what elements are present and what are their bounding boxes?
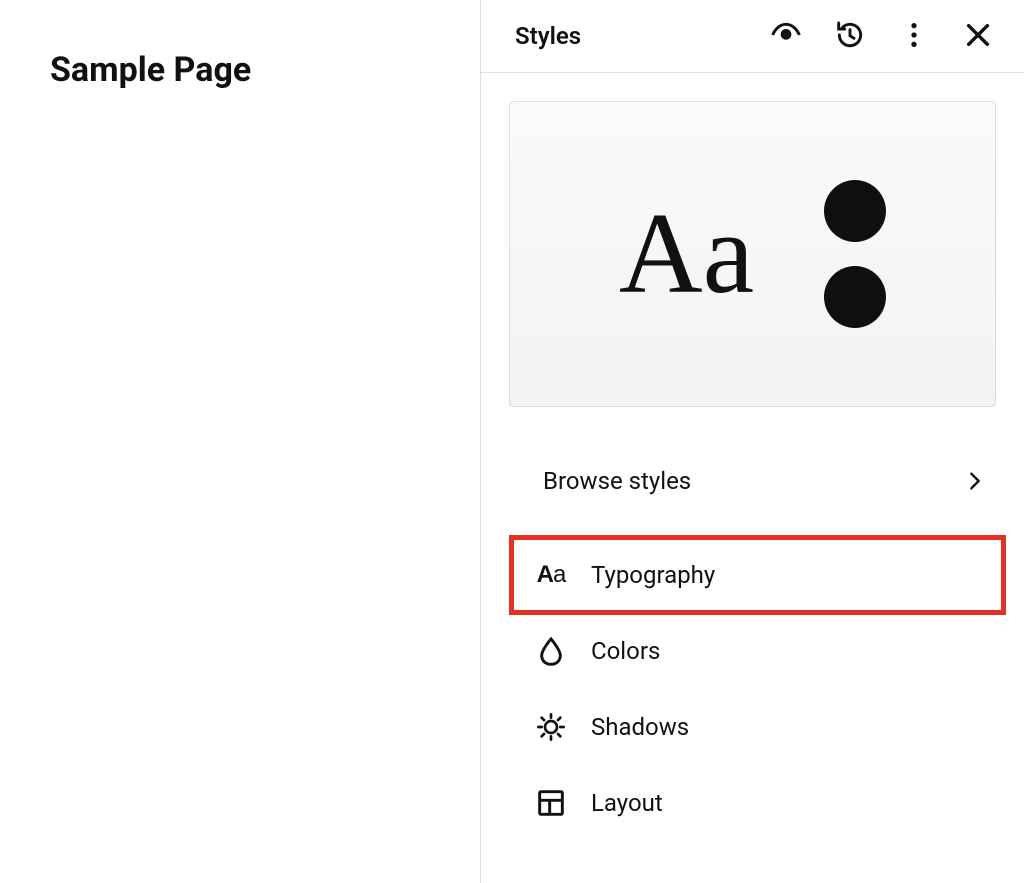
style-item-label: Colors [591,637,660,665]
preview-color-swatches [824,180,886,328]
sidebar-title: Styles [515,22,768,50]
browse-styles-row[interactable]: Browse styles [481,453,1024,509]
close-icon [962,19,994,54]
sidebar-header: Styles [481,0,1024,73]
color-swatch [824,180,886,242]
color-swatch [824,266,886,328]
shadows-icon [533,709,569,745]
preview-typography-sample: Aa [619,196,754,312]
sidebar-body: Aa Browse styles Aa Typography [481,73,1024,841]
page-title[interactable]: Sample Page [50,50,430,90]
style-item-shadows[interactable]: Shadows [511,689,1004,765]
style-preview-card[interactable]: Aa [509,101,996,407]
dots-vertical-icon [898,19,930,54]
style-book-button[interactable] [768,18,804,54]
eye-icon [770,19,802,54]
color-drop-icon [533,633,569,669]
browse-styles-label: Browse styles [543,467,964,495]
style-category-list: Aa Typography Colors [481,537,1024,841]
layout-icon [533,785,569,821]
header-actions [768,18,996,54]
style-item-label: Shadows [591,713,689,741]
style-item-layout[interactable]: Layout [511,765,1004,841]
style-item-label: Typography [591,561,715,589]
more-menu-button[interactable] [896,18,932,54]
style-item-typography[interactable]: Aa Typography [511,537,1004,613]
styles-sidebar: Styles [480,0,1024,883]
style-item-label: Layout [591,789,663,817]
revisions-button[interactable] [832,18,868,54]
close-button[interactable] [960,18,996,54]
chevron-right-icon [964,470,986,492]
typography-icon: Aa [533,557,569,593]
editor-canvas: Sample Page [0,0,480,883]
history-icon [834,19,866,54]
style-item-colors[interactable]: Colors [511,613,1004,689]
